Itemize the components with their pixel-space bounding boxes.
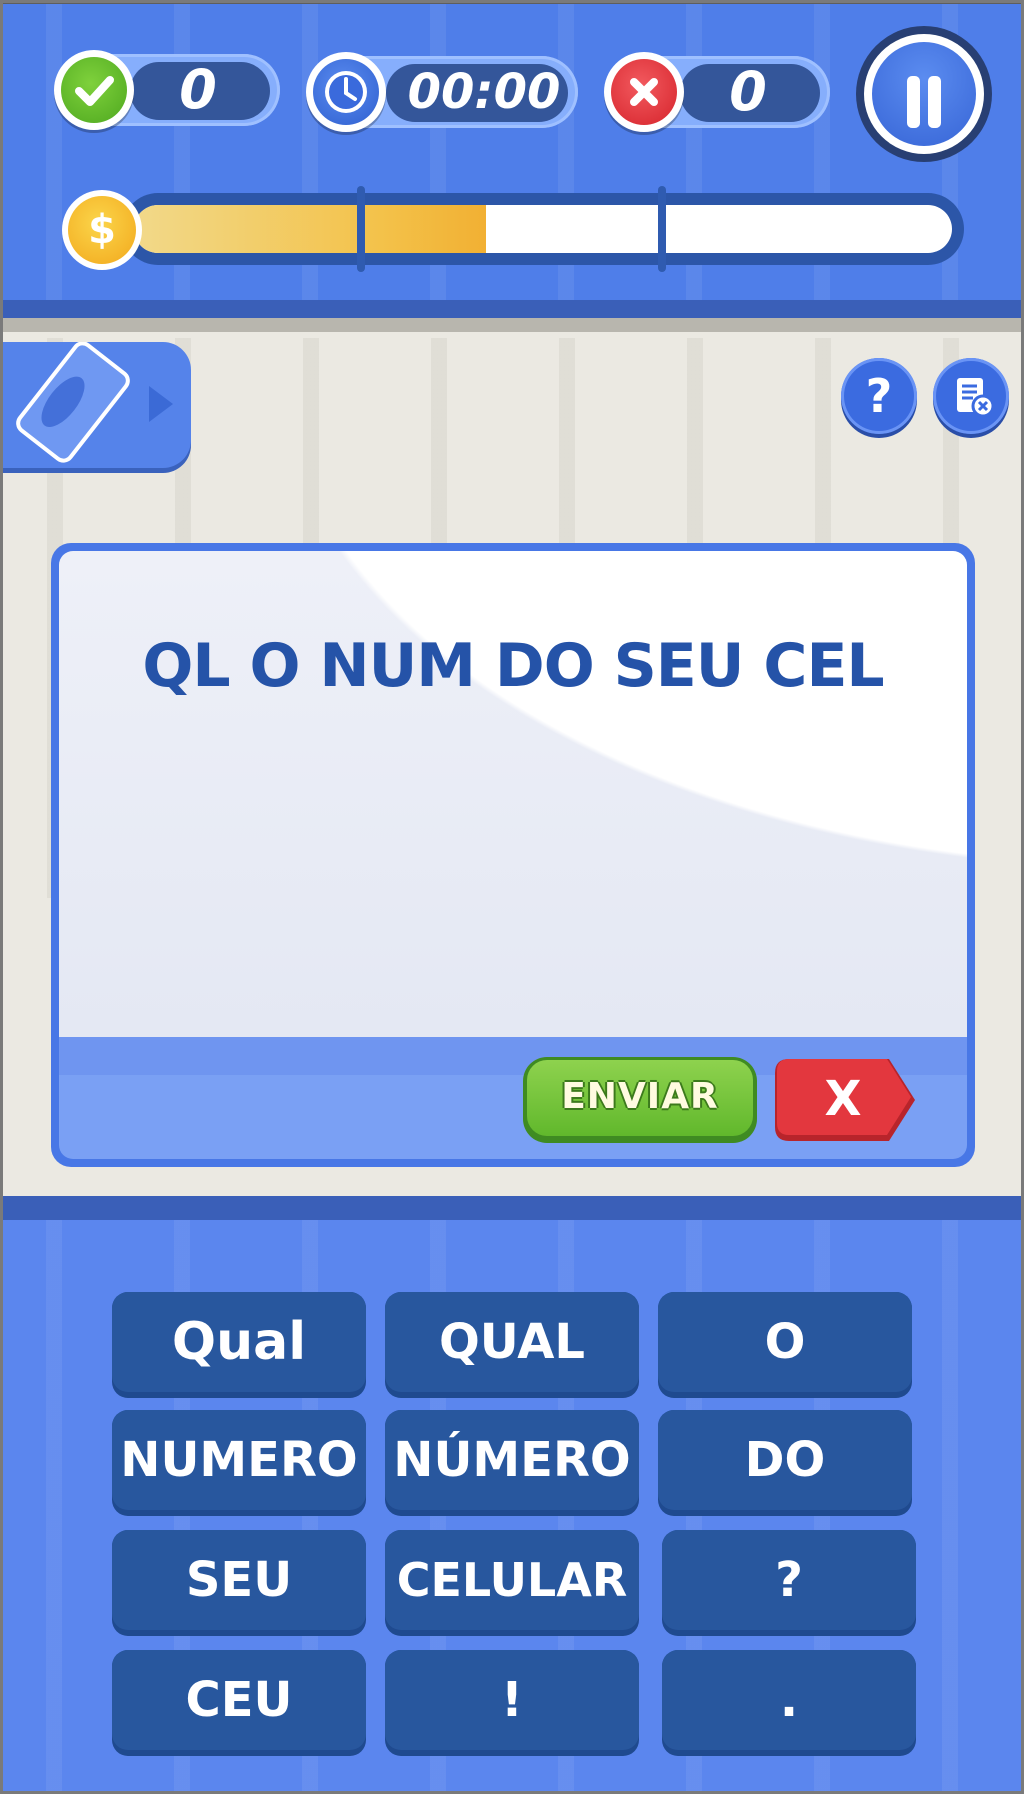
word-keyboard: Qual QUAL O NUMERO NÚMERO DO SEU CELULAR… — [0, 1220, 1024, 1794]
word-key-qual-title[interactable]: Qual — [112, 1292, 366, 1398]
timer-value: 00:00 — [407, 64, 561, 120]
word-key-do[interactable]: DO — [658, 1410, 912, 1516]
pause-button[interactable] — [856, 26, 992, 162]
word-key-exclamation[interactable]: ! — [385, 1650, 639, 1756]
card-tab-button[interactable] — [3, 341, 191, 468]
pause-icon — [872, 42, 976, 146]
clear-document-icon — [957, 378, 995, 418]
progress-milestone — [357, 186, 365, 272]
send-label: ENVIAR — [561, 1076, 719, 1117]
word-key-seu[interactable]: SEU — [112, 1530, 366, 1636]
word-key-qual-upper[interactable]: QUAL — [385, 1292, 639, 1398]
card-icon — [16, 341, 173, 463]
word-key-question-mark[interactable]: ? — [662, 1530, 916, 1636]
question-text: QL O NUM DO SEU CEL — [142, 631, 884, 701]
wrong-counter: 0 — [604, 52, 830, 132]
word-key-o[interactable]: O — [658, 1292, 912, 1398]
word-key-period[interactable]: . — [662, 1650, 916, 1756]
word-key-ceu[interactable]: CEU — [112, 1650, 366, 1756]
word-key-numero[interactable]: NUMERO — [112, 1410, 366, 1516]
correct-counter: 0 — [54, 50, 280, 130]
clear-button[interactable] — [933, 358, 1009, 434]
word-key-celular[interactable]: CELULAR — [385, 1530, 639, 1636]
wrong-count: 0 — [729, 60, 767, 123]
answer-panel: QL O NUM DO SEU CEL ENVIAR X — [51, 543, 975, 1167]
clock-icon — [306, 52, 386, 132]
clear-answer-button[interactable]: X — [773, 1057, 917, 1143]
top-hud: 0 00:00 0 $ — [0, 0, 1024, 318]
help-icon: ? — [865, 369, 893, 423]
word-key-numero-accent[interactable]: NÚMERO — [385, 1410, 639, 1516]
coin-icon: $ — [62, 190, 142, 270]
help-button[interactable]: ? — [841, 358, 917, 434]
answer-display: QL O NUM DO SEU CEL — [59, 551, 967, 1037]
coin-progress-fill — [134, 205, 486, 253]
check-icon — [54, 50, 134, 130]
close-label: X — [824, 1071, 862, 1127]
send-button[interactable]: ENVIAR — [523, 1057, 757, 1143]
timer-display: 00:00 — [306, 52, 578, 132]
x-icon — [604, 52, 684, 132]
correct-count: 0 — [179, 58, 217, 121]
question-area: ? QL O NUM DO SEU CEL ENVIAR X — [0, 318, 1024, 1198]
coin-progress-bar: $ — [62, 186, 964, 272]
progress-milestone — [658, 186, 666, 272]
